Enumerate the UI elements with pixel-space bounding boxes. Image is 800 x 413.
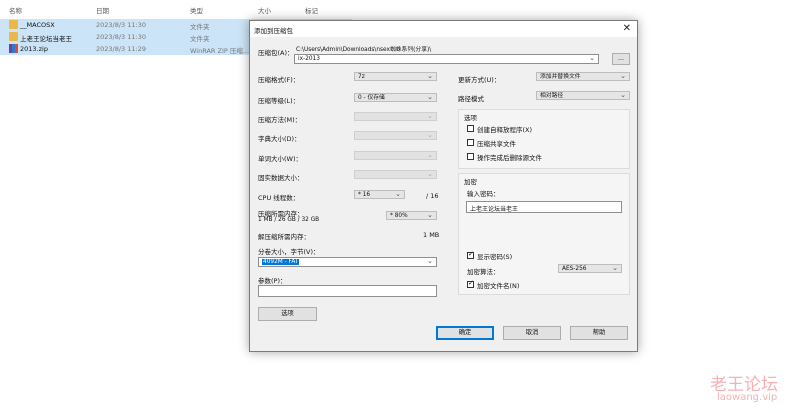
file-name: 上老王论坛当老王 xyxy=(20,35,72,43)
watermark-url: laowang.vip xyxy=(717,392,778,403)
chevron-down-icon[interactable]: ⌄ xyxy=(589,54,595,62)
delete-after-label: 操作完成后删除源文件 xyxy=(477,154,542,162)
params-input[interactable] xyxy=(258,285,437,297)
folder-icon xyxy=(9,20,18,29)
column-date[interactable]: 日期 xyxy=(96,5,109,15)
archive-path: C:\Users\Admin\Downloads\nsex蜘蛛系列(分享)\ xyxy=(296,47,432,53)
archive-label: 压缩包(A)： xyxy=(258,49,294,57)
solid-select[interactable]: ⌄ xyxy=(354,170,437,179)
password-value: 上老王论坛当老王 xyxy=(470,206,519,213)
chevron-down-icon: ⌄ xyxy=(395,190,401,198)
encryption-group-title: 加密 xyxy=(464,178,477,186)
chevron-down-icon: ⌄ xyxy=(427,170,433,178)
split-size-combo[interactable]: 4092M - FAT ⌄ xyxy=(258,257,437,267)
chevron-down-icon: ⌄ xyxy=(427,93,433,101)
level-label: 压缩等级(L)： xyxy=(258,97,300,105)
ok-button[interactable]: 确定 xyxy=(436,326,494,340)
encryption-method-label: 加密算法： xyxy=(467,268,500,276)
decomp-memory-value: 1 MB xyxy=(423,231,440,239)
dict-label: 字典大小(D)： xyxy=(258,135,301,143)
encrypt-names-label: 加密文件名(N) xyxy=(477,282,520,290)
cancel-button[interactable]: 取消 xyxy=(503,326,561,340)
options-group: 选项 创建自释放程序(X) 压缩共享文件 操作完成后删除源文件 xyxy=(458,109,630,169)
decomp-memory-label: 解压缩所需内存： xyxy=(258,233,310,241)
help-button[interactable]: 帮助 xyxy=(570,326,628,340)
archive-name-combo[interactable]: ix-2013 ⌄ xyxy=(294,54,599,64)
chevron-down-icon: ⌄ xyxy=(612,264,618,272)
split-size-value: 4092M - FAT xyxy=(262,259,300,265)
word-select[interactable]: ⌄ xyxy=(354,151,437,160)
params-label: 参数(P)： xyxy=(258,277,287,285)
winrar-zip-icon xyxy=(9,44,18,53)
chevron-down-icon: ⌄ xyxy=(427,131,433,139)
file-date: 2023/8/3 11:29 xyxy=(96,45,146,53)
column-tag[interactable]: 标记 xyxy=(305,5,318,15)
chevron-down-icon: ⌄ xyxy=(427,72,433,80)
encryption-method-value: AES-256 xyxy=(562,266,587,272)
options-group-title: 选项 xyxy=(464,114,477,122)
chevron-down-icon: ⌄ xyxy=(427,112,433,120)
chevron-down-icon[interactable]: ⌄ xyxy=(427,257,433,265)
sfx-label: 创建自释放程序(X) xyxy=(477,126,533,134)
level-select[interactable]: 0 - 仅存储 ⌄ xyxy=(354,93,437,102)
password-label: 输入密码： xyxy=(467,190,500,198)
column-name[interactable]: 名称 xyxy=(9,5,22,15)
threads-max: / 16 xyxy=(426,192,439,200)
solid-label: 固实数据大小： xyxy=(258,174,304,182)
close-icon[interactable]: ✕ xyxy=(623,23,631,34)
browse-button[interactable]: ... xyxy=(612,53,630,65)
chevron-down-icon: ⌄ xyxy=(620,72,626,80)
show-password-label: 显示密码(S) xyxy=(477,253,513,261)
column-size[interactable]: 大小 xyxy=(258,5,271,15)
path-mode-label: 路径模式 xyxy=(458,95,484,103)
format-select[interactable]: 7z ⌄ xyxy=(354,72,437,81)
chevron-down-icon: ⌄ xyxy=(427,151,433,159)
sfx-checkbox[interactable] xyxy=(467,125,474,132)
options-button[interactable]: 选项 xyxy=(258,307,317,321)
method-label: 压缩方法(M)： xyxy=(258,116,302,124)
encryption-group: 加密 输入密码： 上老王论坛当老王 显示密码(S) 加密算法： AES-256 … xyxy=(458,173,630,295)
format-label: 压缩格式(F)： xyxy=(258,76,300,84)
format-value: 7z xyxy=(358,74,365,80)
memory-value: 1 MB / 26 GB / 32 GB xyxy=(258,217,320,223)
split-label: 分卷大小，字节(V)： xyxy=(258,248,320,256)
threads-label: CPU 线程数： xyxy=(258,194,300,202)
method-select[interactable]: ⌄ xyxy=(354,112,437,121)
file-type: 文件夹 xyxy=(190,23,210,31)
file-type: 文件夹 xyxy=(190,35,210,43)
file-date: 2023/8/3 11:30 xyxy=(96,33,146,41)
show-password-checkbox[interactable] xyxy=(467,250,474,259)
file-date: 2023/8/3 11:30 xyxy=(96,21,146,29)
dialog-titlebar[interactable]: 添加到压缩包 ✕ xyxy=(250,21,637,37)
memory-percent-value: * 80% xyxy=(390,213,408,219)
memory-percent-select[interactable]: * 80% ⌄ xyxy=(386,211,437,220)
chevron-down-icon: ⌄ xyxy=(427,211,433,219)
encrypt-names-checkbox[interactable] xyxy=(467,279,474,288)
archive-name-value: ix-2013 xyxy=(298,56,320,62)
update-mode-select[interactable]: 添加并替换文件 ⌄ xyxy=(536,72,630,81)
dialog-title: 添加到压缩包 xyxy=(254,27,293,35)
word-label: 单词大小(W)： xyxy=(258,155,302,163)
file-type: WinRAR ZIP 压缩... xyxy=(190,47,250,55)
file-name: 2013.zip xyxy=(20,45,48,53)
column-type[interactable]: 类型 xyxy=(190,5,203,15)
encryption-method-select[interactable]: AES-256 ⌄ xyxy=(558,264,622,273)
chevron-down-icon: ⌄ xyxy=(620,91,626,99)
level-value: 0 - 仅存储 xyxy=(358,95,385,101)
update-mode-label: 更新方式(U)： xyxy=(458,76,501,84)
path-mode-value: 相对路径 xyxy=(540,93,564,99)
threads-value: * 16 xyxy=(358,192,371,198)
password-input[interactable]: 上老王论坛当老王 xyxy=(466,201,622,213)
delete-after-checkbox[interactable] xyxy=(467,153,474,160)
dict-select[interactable]: ⌄ xyxy=(354,131,437,140)
shared-files-checkbox[interactable] xyxy=(467,139,474,146)
path-mode-select[interactable]: 相对路径 ⌄ xyxy=(536,91,630,100)
shared-files-label: 压缩共享文件 xyxy=(477,140,516,148)
update-mode-value: 添加并替换文件 xyxy=(540,74,581,80)
add-to-archive-dialog: 添加到压缩包 ✕ 压缩包(A)： C:\Users\Admin\Download… xyxy=(249,20,638,352)
threads-select[interactable]: * 16 ⌄ xyxy=(354,190,405,199)
file-name: __MACOSX xyxy=(20,21,55,29)
folder-icon xyxy=(9,32,18,41)
